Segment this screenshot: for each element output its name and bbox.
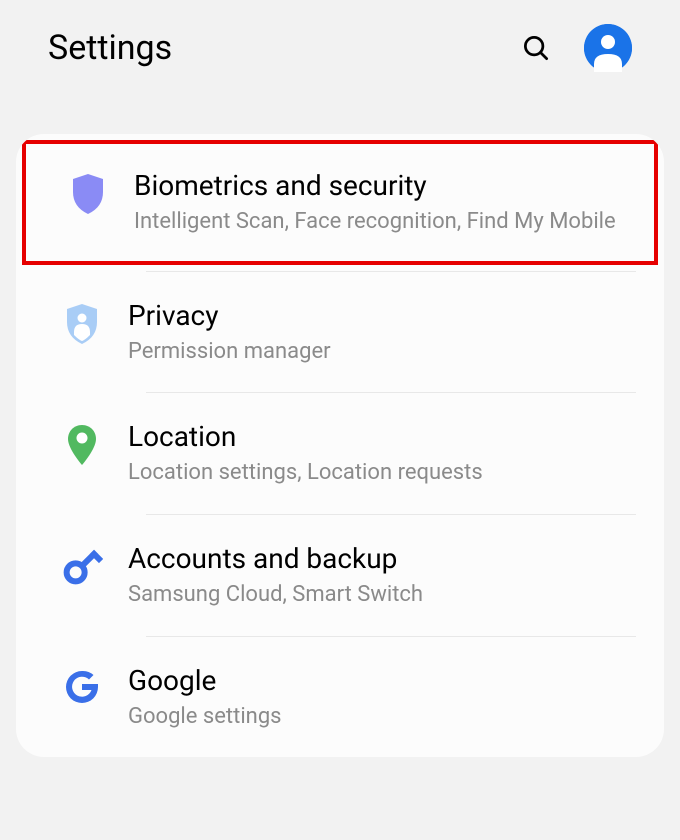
item-subtitle: Location settings, Location requests — [128, 458, 640, 488]
item-subtitle: Samsung Cloud, Smart Switch — [128, 580, 640, 610]
item-subtitle: Intelligent Scan, Face recognition, Find… — [134, 207, 634, 237]
item-title: Accounts and backup — [128, 541, 640, 576]
icon-col — [36, 419, 128, 488]
text-col: Biometrics and security Intelligent Scan… — [134, 168, 634, 237]
item-title: Biometrics and security — [134, 168, 634, 203]
header: Settings — [0, 0, 680, 104]
page-title: Settings — [48, 28, 520, 68]
account-icon — [584, 24, 632, 72]
location-pin-icon — [65, 423, 99, 467]
list-item-location[interactable]: Location Location settings, Location req… — [16, 393, 664, 514]
list-item-biometrics[interactable]: Biometrics and security Intelligent Scan… — [22, 140, 658, 265]
list-item-google[interactable]: Google Google settings — [16, 637, 664, 758]
icon-col — [36, 541, 128, 610]
text-col: Accounts and backup Samsung Cloud, Smart… — [128, 541, 640, 610]
icon-col — [36, 663, 128, 732]
text-col: Google Google settings — [128, 663, 640, 732]
account-button[interactable] — [584, 24, 632, 72]
key-icon — [61, 545, 103, 587]
search-button[interactable] — [520, 32, 552, 64]
text-col: Privacy Permission manager — [128, 298, 640, 367]
item-subtitle: Google settings — [128, 702, 640, 732]
item-title: Privacy — [128, 298, 640, 333]
icon-col — [36, 298, 128, 367]
shield-icon — [69, 172, 107, 216]
text-col: Location Location settings, Location req… — [128, 419, 640, 488]
header-actions — [520, 24, 632, 72]
item-title: Google — [128, 663, 640, 698]
item-subtitle: Permission manager — [128, 337, 640, 367]
item-title: Location — [128, 419, 640, 454]
list-item-accounts[interactable]: Accounts and backup Samsung Cloud, Smart… — [16, 515, 664, 636]
google-icon — [62, 667, 102, 707]
icon-col — [42, 168, 134, 237]
search-icon — [521, 33, 551, 63]
list-item-privacy[interactable]: Privacy Permission manager — [16, 272, 664, 393]
privacy-shield-icon — [63, 302, 101, 346]
settings-card: Biometrics and security Intelligent Scan… — [16, 134, 664, 757]
